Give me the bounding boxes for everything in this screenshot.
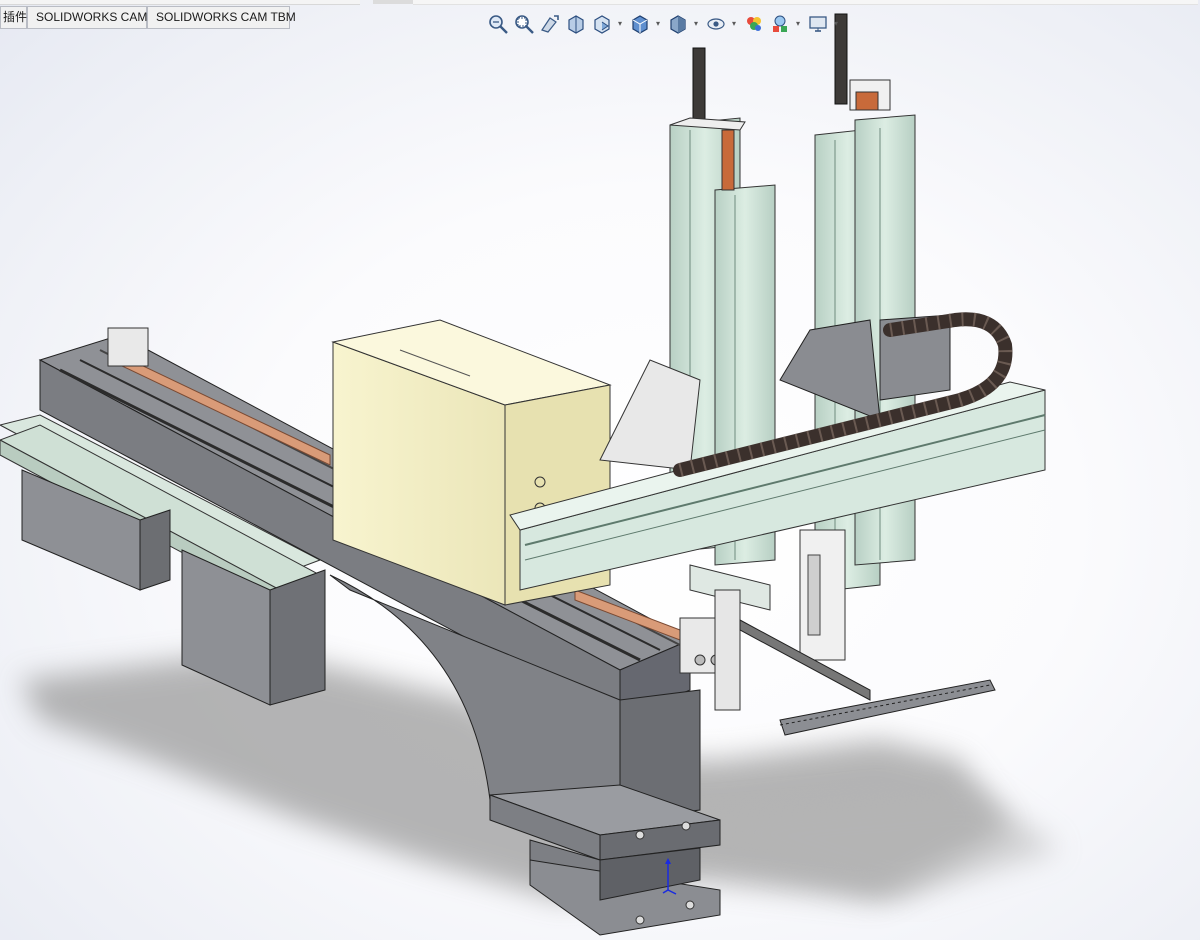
apply-scene-icon[interactable] bbox=[768, 12, 792, 36]
previous-view-icon[interactable] bbox=[538, 12, 562, 36]
hide-show-items-icon[interactable] bbox=[704, 12, 728, 36]
tab-solidworks-cam[interactable]: SOLIDWORKS CAM bbox=[27, 6, 147, 28]
display-style-icon[interactable] bbox=[666, 12, 690, 36]
zoom-to-area-icon[interactable] bbox=[512, 12, 536, 36]
view-orientation-icon[interactable] bbox=[628, 12, 652, 36]
view-orientation-dropdown-icon[interactable]: ▾ bbox=[654, 19, 662, 29]
tab-add-ins[interactable]: 插件 bbox=[0, 6, 27, 28]
apply-scene-dropdown-icon[interactable]: ▾ bbox=[794, 19, 802, 29]
tab-solidworks-cam-tbm[interactable]: SOLIDWORKS CAM TBM bbox=[147, 6, 296, 28]
zoom-to-fit-icon[interactable] bbox=[486, 12, 510, 36]
display-style-dropdown-icon[interactable]: ▾ bbox=[692, 19, 700, 29]
graphics-viewport[interactable]: 插件 SOLIDWORKS CAM SOLIDWORKS CAM TBM ▾ ▾… bbox=[0, 0, 1200, 940]
view-settings-icon[interactable] bbox=[806, 12, 830, 36]
gantry-robot-model[interactable] bbox=[0, 0, 1200, 940]
hide-show-dropdown-icon[interactable]: ▾ bbox=[730, 19, 738, 29]
section-view-icon[interactable] bbox=[564, 12, 588, 36]
dynamic-annotation-dropdown-icon[interactable]: ▾ bbox=[616, 19, 624, 29]
edit-appearance-icon[interactable] bbox=[742, 12, 766, 36]
dynamic-annotation-view-icon[interactable] bbox=[590, 12, 614, 36]
view-settings-dropdown-icon[interactable]: ▾ bbox=[832, 19, 840, 29]
